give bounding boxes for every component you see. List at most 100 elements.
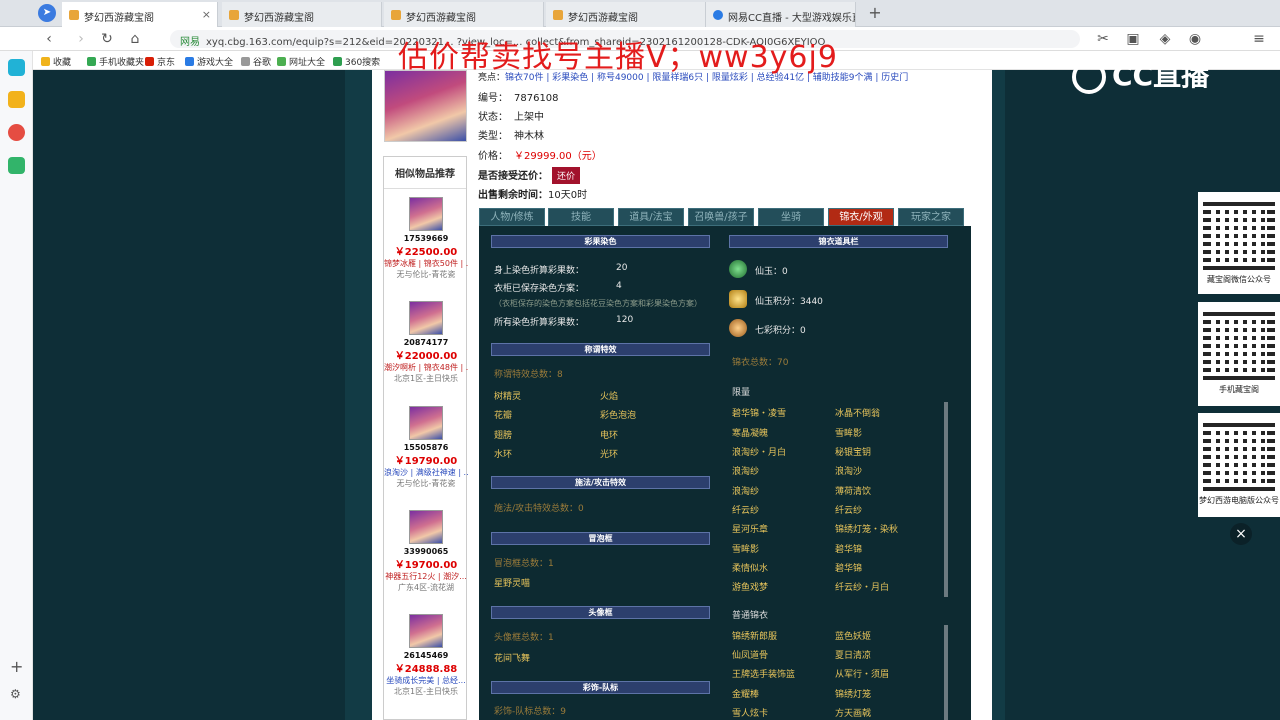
similar-item[interactable]: 33990065 ￥19700.00 神器五行12火 | 潮汐... 广东4区-流花湖 (384, 510, 468, 593)
tab-character[interactable]: 人物/修炼 (479, 208, 545, 226)
tab-home[interactable]: 玩家之家 (898, 208, 964, 226)
similar-item[interactable]: 26145469 ￥24888.88 坐骑成长完美 | 总经... 北京1区-主日快乐 (384, 614, 468, 697)
bookmark-label: 收藏 (53, 58, 72, 68)
bookmark-item[interactable]: 收藏 (41, 55, 71, 68)
similar-item-highlight-text: 潮汐啊析 | 锦衣48件 | ... (384, 363, 468, 372)
add-icon[interactable]: + (10, 657, 23, 676)
bookmark-item[interactable]: 游戏大全 (185, 55, 233, 68)
tab-1[interactable]: 梦幻西游藏宝阁 × (62, 2, 218, 27)
similar-item-price: ￥19790.00 (394, 456, 458, 467)
limited-scrollbar[interactable] (944, 402, 948, 597)
limited-outfit: 碧华锦 (835, 564, 863, 574)
bookmark-label: 网址大全 (289, 58, 326, 68)
tab-outfits[interactable]: 锦衣/外观 (828, 208, 894, 226)
bargain-button[interactable]: 还价 (552, 167, 581, 184)
qr-code-icon (1203, 308, 1275, 380)
similar-item-id: 33990065 (403, 547, 449, 556)
similar-item[interactable]: 15505876 ￥19790.00 浪淘沙 | 满级社神速 | ... 无与伦比-青… (384, 406, 468, 489)
tab-pets[interactable]: 召唤兽/孩子 (688, 208, 754, 226)
browser-logo-icon[interactable]: ➤ (38, 4, 56, 22)
tab-5[interactable]: 网易CC直播 - 大型游戏娱乐直 (706, 2, 856, 27)
points-icon (729, 290, 747, 308)
similar-item-highlight: 坐骑成长完美 | 总经... (384, 675, 468, 686)
dye-value: 120 (616, 315, 634, 325)
similar-item-highlight: 潮汐啊析 | 锦衣48件 | ... (384, 362, 468, 373)
extension-icon[interactable]: ▣ (1124, 30, 1142, 48)
similar-item[interactable]: 20874177 ￥22000.00 潮汐啊析 | 锦衣48件 | ... 北京1区-… (384, 301, 468, 384)
close-icon[interactable]: × (1230, 523, 1252, 545)
qr-code-icon (1203, 198, 1275, 270)
xianyu-points-value: 仙玉积分：3440 (755, 297, 823, 307)
title-effect-item: 水环 (494, 450, 513, 460)
similar-item-avatar[interactable] (409, 510, 443, 544)
normal-outfit: 金耀棒 (732, 690, 760, 700)
sidebar-app-icon[interactable] (8, 59, 25, 76)
tab-favicon-icon (713, 10, 723, 20)
similar-item-id: 15505876 (403, 443, 449, 452)
bargain-label: 是否接受还价： (478, 171, 548, 182)
similar-item-avatar[interactable] (409, 301, 443, 335)
similar-item-price: ￥24888.88 (394, 664, 458, 675)
normal-outfit: 锦绣新郎服 (732, 632, 778, 642)
similar-item[interactable]: 17539669 ￥22500.00 锦梦冰雁 | 锦衣50件 | ... 无与伦比-… (384, 197, 468, 280)
similar-item-avatar[interactable] (409, 406, 443, 440)
qr-card[interactable]: 梦幻西游电脑版公众号 (1198, 413, 1280, 517)
game-icon[interactable]: ◉ (1186, 30, 1204, 48)
reload-icon[interactable]: ↻ (98, 30, 116, 48)
home-icon[interactable]: ⌂ (126, 30, 144, 48)
normal-outfit: 锦绣灯笼 (835, 690, 872, 700)
bookmark-item[interactable]: 谷歌 (241, 55, 271, 68)
tab-4[interactable]: 梦幻西游藏宝阁 (546, 2, 706, 27)
bookmark-item[interactable]: 手机收藏夹 (87, 55, 144, 68)
limited-outfit: 纤云纱 (732, 506, 760, 516)
similar-item-highlight-text: 坐骑成长完美 | 总经... (386, 676, 466, 685)
similar-item-id: 17539669 (403, 234, 449, 243)
cc-logo: CC直播 (1072, 54, 1242, 94)
qr-card[interactable]: 手机藏宝阁 (1198, 302, 1280, 406)
tab-skills[interactable]: 技能 (548, 208, 614, 226)
similar-item-avatar[interactable] (409, 614, 443, 648)
similar-item-highlight-text: 锦梦冰雁 | 锦衣50件 | ... (384, 259, 468, 268)
mail-icon[interactable] (8, 157, 25, 174)
tab-close-icon[interactable]: × (202, 8, 211, 21)
normal-scrollbar[interactable] (944, 625, 948, 720)
similar-item-highlight: 浪淘沙 | 满级社神速 | ... (384, 467, 468, 478)
tab-2[interactable]: 梦幻西游藏宝阁 (222, 2, 382, 27)
back-icon[interactable]: ‹ (40, 30, 58, 48)
forward-icon[interactable]: › (72, 30, 90, 48)
scissors-icon[interactable]: ✂ (1094, 30, 1112, 48)
dye-label: 身上染色折算彩果数： (494, 266, 585, 276)
avatar-frame-item: 花间飞舞 (494, 654, 531, 664)
normal-outfit: 雪人炫卡 (732, 709, 769, 719)
tab-3[interactable]: 梦幻西游藏宝阁 (384, 2, 544, 27)
tab-favicon-icon (553, 10, 563, 20)
menu-icon[interactable]: ≡ (1250, 30, 1268, 48)
tab-mounts[interactable]: 坐骑 (758, 208, 824, 226)
limited-outfit: 锦绣灯笼・染秋 (835, 525, 899, 535)
tab-label: 梦幻西游藏宝阁 (406, 13, 476, 24)
normal-outfit-label: 普通锦衣 (732, 611, 769, 621)
limited-outfit: 游鱼戏梦 (732, 583, 769, 593)
qr-card[interactable]: 藏宝阁微信公众号 (1198, 192, 1280, 294)
tab-favicon-icon (391, 10, 401, 20)
bookmark-item[interactable]: 网址大全 (277, 55, 325, 68)
bookmark-item[interactable]: 京东 (145, 55, 175, 68)
star-icon[interactable] (8, 91, 25, 108)
settings-icon[interactable]: ⚙ (10, 687, 21, 701)
shield-icon[interactable]: ◈ (1156, 30, 1174, 48)
id-value: 7876108 (514, 93, 559, 104)
status-value: 上架中 (514, 112, 544, 123)
limited-outfit: 浪淘纱 (732, 467, 760, 477)
bookmark-item[interactable]: 360搜索 (333, 55, 380, 68)
new-tab-button[interactable]: + (866, 4, 884, 22)
cc-logo-icon (1072, 60, 1106, 94)
tab-items[interactable]: 道具/法宝 (618, 208, 684, 226)
limited-outfit: 浪淘沙 (835, 467, 863, 477)
item-time-row: 出售剩余时间：10天0时 (478, 186, 587, 201)
weibo-icon[interactable] (8, 124, 25, 141)
section-bubble: 冒泡框 (491, 532, 710, 545)
qr-code-icon (1203, 419, 1275, 491)
similar-item-avatar[interactable] (409, 197, 443, 231)
tab-label: 梦幻西游藏宝阁 (244, 13, 314, 24)
title-effect-item: 彩色泡泡 (600, 411, 637, 421)
